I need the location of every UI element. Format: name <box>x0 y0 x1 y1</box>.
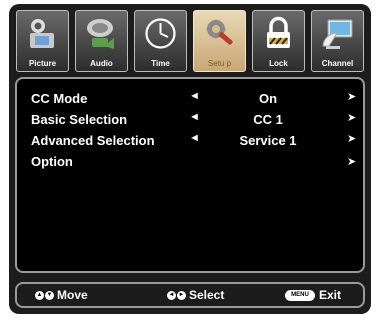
tab-label: Setu p <box>207 59 232 68</box>
tab-label: Picture <box>28 59 57 68</box>
menu-key-icon: MENU <box>285 289 315 301</box>
menu-row-advanced-selection[interactable]: Advanced Selection ◄ Service 1 ➤ <box>17 131 363 151</box>
tab-label: Lock <box>269 59 288 68</box>
exit-hint: MENU Exit <box>285 288 341 302</box>
speaker-icon <box>87 19 114 49</box>
menu-row-label: CC Mode <box>31 91 88 106</box>
menu-row-cc-mode[interactable]: CC Mode ◄ On ➤ <box>17 89 363 109</box>
tab-picture[interactable]: Picture <box>16 10 69 72</box>
satellite-dish-icon <box>322 19 353 49</box>
up-down-icon: ▲ ▼ <box>35 290 54 300</box>
tab-label: Channel <box>321 59 354 68</box>
right-arrow-icon[interactable]: ➤ <box>347 111 356 124</box>
tab-audio[interactable]: Audio <box>75 10 128 72</box>
tab-channel[interactable]: Channel <box>311 10 364 72</box>
left-arrow-icon[interactable]: ◄ <box>189 90 200 102</box>
menu-row-value: On <box>258 91 278 106</box>
tab-time[interactable]: Time <box>134 10 187 72</box>
left-right-icon: ◄ ► <box>167 290 186 300</box>
gear-wrench-icon <box>206 19 233 45</box>
exit-label: Exit <box>319 288 342 302</box>
menu-row-value: Service 1 <box>239 133 297 148</box>
right-arrow-icon[interactable]: ➤ <box>347 90 356 103</box>
tab-label: Time <box>151 59 170 68</box>
menu-row-value: CC 1 <box>253 112 283 127</box>
menu-row-label: Option <box>31 154 73 169</box>
menu-row-label: Basic Selection <box>31 112 128 127</box>
select-hint: ◄ ► Select <box>167 288 224 302</box>
tab-label: Audio <box>90 59 113 68</box>
tab-setup[interactable]: Setu p <box>193 10 246 72</box>
lock-icon <box>267 16 290 48</box>
settings-panel: CC Mode ◄ On ➤ Basic Selection ◄ CC 1 ➤ … <box>15 77 365 273</box>
left-arrow-icon[interactable]: ◄ <box>189 132 200 144</box>
right-arrow-icon[interactable]: ➤ <box>347 132 356 145</box>
camera-icon <box>30 19 54 48</box>
menu-row-option[interactable]: Option ➤ <box>17 152 363 172</box>
tab-bar: Picture Audio Time Setu p Lock Channel <box>16 10 366 74</box>
move-label: Move <box>57 288 88 302</box>
left-arrow-icon[interactable]: ◄ <box>189 111 200 123</box>
menu-row-label: Advanced Selection <box>31 133 155 148</box>
right-arrow-icon[interactable]: ➤ <box>347 155 356 168</box>
help-bar: ▲ ▼ Move ◄ ► Select MENU Exit <box>15 282 365 308</box>
select-label: Select <box>189 288 225 302</box>
move-hint: ▲ ▼ Move <box>35 288 88 302</box>
menu-row-basic-selection[interactable]: Basic Selection ◄ CC 1 ➤ <box>17 110 363 130</box>
clock-icon <box>145 18 176 49</box>
tab-lock[interactable]: Lock <box>252 10 305 72</box>
osd-window: Picture Audio Time Setu p Lock Channel C… <box>9 4 371 314</box>
